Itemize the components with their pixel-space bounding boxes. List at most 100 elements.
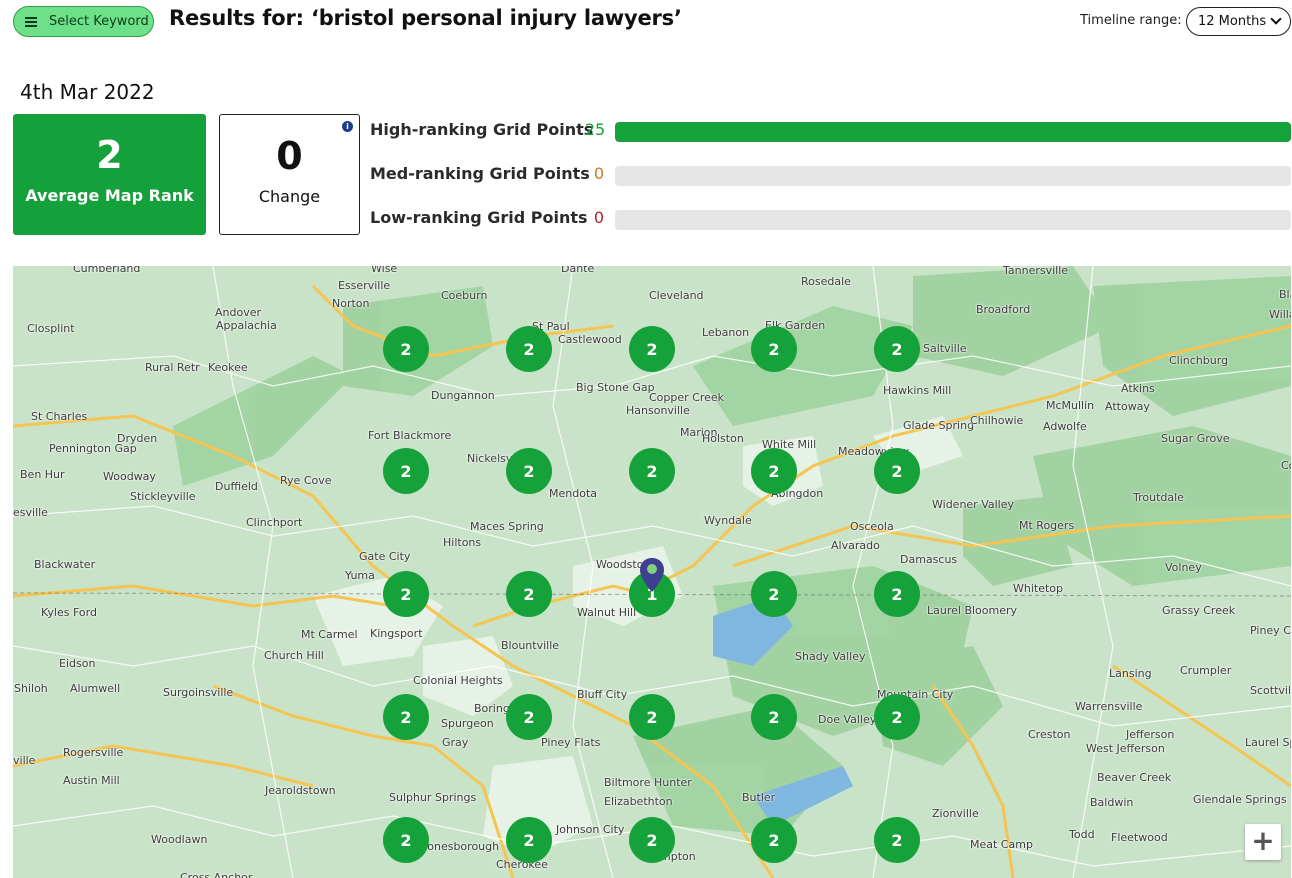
average-map-rank-value: 2 [96,133,123,177]
map-place-label: Laurel Sp [1245,736,1291,749]
map-place-label: Stickleyville [130,490,196,503]
zoom-in-button[interactable]: + [1245,824,1281,860]
map-place-label: Cleveland [649,289,704,302]
map-place-label: Rosedale [801,275,851,288]
select-keyword-button[interactable]: Select Keyword [13,6,154,37]
rank-grid-map[interactable]: Cumberland Wise Dante Tannersville Esservill… [13,266,1291,878]
rank-grid-point[interactable]: 2 [751,694,797,740]
grid-points-count: 0 [593,208,605,227]
business-location-pin-icon[interactable] [640,558,664,592]
rank-grid-point[interactable]: 2 [751,326,797,372]
map-place-label: Kyles Ford [41,606,97,619]
rank-grid-point[interactable]: 2 [629,694,675,740]
map-place-label: Attoway [1105,400,1150,413]
rank-grid-point[interactable]: 2 [506,694,552,740]
map-place-label: Bluff City [577,688,628,701]
map-place-label: Eidson [59,657,96,670]
map-place-label: Rogersville [63,746,124,759]
map-place-label: Pennington Gap [49,442,137,455]
rank-grid-point[interactable]: 2 [506,448,552,494]
rank-grid-point[interactable]: 2 [506,817,552,863]
map-place-label: Kingsport [370,627,423,640]
map-place-label: Todd [1069,828,1095,841]
grid-points-count: 0 [593,164,605,183]
map-place-label: Andover [215,306,262,319]
map-place-label: ville [13,754,36,767]
map-place-label: Hansonville [626,404,690,417]
rank-grid-point[interactable]: 2 [629,817,675,863]
rank-grid-point[interactable]: 2 [874,694,920,740]
map-place-label: Sulphur Springs [389,791,477,804]
map-place-label: Laurel Bloomery [927,604,1018,617]
timeline-range-select[interactable]: 12 Months [1186,7,1291,36]
grid-points-bar [615,210,1291,230]
rank-grid-point[interactable]: 2 [506,326,552,372]
average-map-rank-card: 2 Average Map Rank [13,114,206,235]
rank-grid-point[interactable]: 2 [383,326,429,372]
map-place-label: Piney Creek [1250,624,1291,637]
info-icon[interactable]: i [342,121,353,132]
chevron-down-icon [1270,13,1282,25]
map-place-label: Grassy Creek [1162,604,1236,617]
map-place-label: Castlewood [558,333,622,346]
map-place-label: Holston [702,432,744,445]
rank-grid-point[interactable]: 2 [506,571,552,617]
grid-points-bar-fill [615,122,1291,142]
map-place-label: Esserville [338,279,391,292]
rank-grid-point[interactable]: 2 [383,448,429,494]
map-place-label: Osceola [850,520,894,533]
rank-grid-point[interactable]: 2 [874,326,920,372]
map-place-label: Fort Blackmore [368,429,452,442]
map-place-label: Dante [561,266,595,275]
map-place-label: Big Stone Gap [576,381,655,394]
select-keyword-label: Select Keyword [49,14,149,29]
map-place-label: Shiloh [14,682,48,695]
map-place-label: Chilhowie [970,414,1024,427]
map-place-label: Boring [474,702,510,715]
map-place-label: Hawkins Mill [883,384,952,397]
rank-grid-point[interactable]: 2 [629,326,675,372]
map-place-label: Dungannon [431,389,495,402]
rank-grid-point[interactable]: 2 [751,817,797,863]
map-place-label: Colonial Heights [413,674,503,687]
map-place-label: Warrensville [1075,700,1143,713]
map-place-label: Hunter [654,776,692,789]
map-place-label: Tannersville [1003,266,1069,277]
map-place-label: Baldwin [1090,796,1134,809]
map-place-label: Piney Flats [541,736,601,749]
map-place-label: Cross Anchor [180,871,253,878]
map-place-label: Glendale Springs [1193,793,1287,806]
rank-grid-point[interactable]: 2 [874,571,920,617]
map-place-label: Church Hill [264,649,324,662]
map-place-label: Doe Valley [818,713,877,726]
map-place-label: Surgoinsville [163,686,234,699]
map-place-label: Gray [442,736,469,749]
rank-grid-point[interactable]: 2 [383,571,429,617]
map-place-label: Austin Mill [63,774,120,787]
map-place-label: Black [1279,288,1291,301]
map-place-label: Mendota [549,487,597,500]
rank-grid-point[interactable]: 2 [629,448,675,494]
high-ranking-row: High-ranking Grid Points 25 [370,120,1291,142]
rank-grid-point[interactable]: 2 [874,448,920,494]
map-place-label: Johnson City [556,823,625,836]
rank-grid-point[interactable]: 2 [383,817,429,863]
map-place-label: Beaver Creek [1097,771,1172,784]
map-place-label: Woodlawn [151,833,208,846]
map-place-label: Spurgeon [441,717,494,730]
map-place-label: Scottville [1250,684,1291,697]
grid-points-label: Med-ranking Grid Points [370,164,590,183]
map-place-label: Cumberland [73,266,141,275]
rank-grid-point[interactable]: 2 [751,448,797,494]
map-place-label: Wyndale [704,514,752,527]
map-place-label: Meat Camp [970,838,1033,851]
rank-grid-point[interactable]: 2 [383,694,429,740]
map-place-label: Lebanon [702,326,750,339]
map-place-label: Whitetop [1013,582,1064,595]
rank-grid-point[interactable]: 2 [751,571,797,617]
map-place-label: Rye Cove [280,474,332,487]
change-value: 0 [276,134,303,178]
map-place-label: Willard [1269,308,1291,321]
top-bar: Select Keyword Results for: ‘bristol per… [0,0,1292,44]
rank-grid-point[interactable]: 2 [874,817,920,863]
